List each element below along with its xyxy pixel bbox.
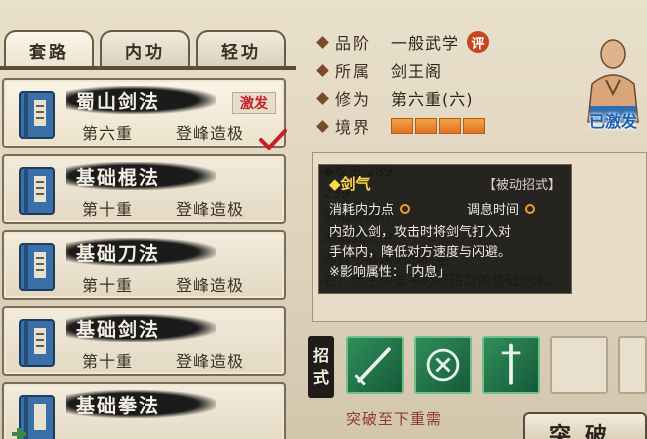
moves-label-top: 招 [312,346,329,365]
skill-name: 蜀山剑法 [66,86,216,114]
skills-panel: 套路 内功 轻功 蜀山剑法 激发 第六重 登峰造极 基础棍法 第十重 登峰造极 … [0,0,647,439]
tooltip-type: 【被动招式】 [482,178,561,193]
move-slot-empty[interactable] [618,336,647,394]
skill-state: 登峰造极 [176,200,245,219]
realm-row: 境界 [316,114,485,138]
activated-badge: 激发 [232,92,276,114]
sword-down-icon [501,343,521,385]
sword-glyph-icon [426,348,460,382]
tab-divider [0,66,296,70]
realm-bar [439,118,461,134]
tab-lightness[interactable]: 轻功 [196,30,286,68]
diamond-bullet-icon [316,119,329,133]
cultivation-label: 修为 [335,90,372,109]
breath-label: 调息时间 [467,203,520,218]
skill-card[interactable]: 基础刀法 第十重 登峰造极 [2,230,286,300]
skill-category-tabs: 套路 内功 轻功 [4,30,296,70]
breakthrough-requirement: 突破至下重需 [346,410,443,428]
skill-name: 基础棍法 [66,162,216,190]
tab-routine[interactable]: 套路 [4,30,94,68]
sword-thrust-icon [354,347,391,386]
skill-level: 第十重 [82,352,134,371]
skill-name: 基础刀法 [66,238,216,266]
sect-label: 所属 [335,62,372,81]
breath-row: 调息时间 [467,199,536,218]
book-icon [19,319,55,367]
moves-label-bottom: 式 [312,368,329,387]
breakthrough-button[interactable]: 突破 [523,412,647,439]
move-slot[interactable] [346,336,404,394]
realm-bars [391,118,485,134]
grade-row: 品阶 一般武学 评 [316,30,490,54]
plus-icon[interactable] [10,426,28,439]
skill-level: 第十重 [82,200,134,219]
tooltip-description: 内劲入剑，攻击时将剑气打入对 手体内，降低对方速度与闪避。 ※影响属性：「内息」 [329,223,569,283]
skill-level: 第六重 [82,124,134,143]
skill-state: 登峰造极 [176,352,245,371]
breath-indicator-icon [525,203,536,214]
realm-bar [463,118,485,134]
skill-card[interactable]: 蜀山剑法 激发 第六重 登峰造极 [2,78,287,150]
tooltip-desc-line: 内劲入剑，攻击时将剑气打入对 [329,225,512,240]
checkmark-icon [259,129,287,150]
portrait-status: 已激发 [588,112,637,131]
tooltip-title: ◆剑气 [329,175,371,193]
sect-value: 剑王阁 [391,62,443,81]
move-slot-empty[interactable] [550,336,608,394]
rating-badge[interactable]: 评 [467,31,490,53]
cost-row: 消耗内力点 [329,199,411,218]
cost-label: 消耗内力点 [329,203,395,218]
skill-level: 第十重 [82,276,134,295]
move-slot[interactable] [482,336,540,394]
grade-label: 品阶 [335,34,372,53]
realm-bar [415,118,437,134]
book-icon [19,167,55,215]
cultivation-value: 第六重(六) [391,90,474,109]
grade-value: 一般武学 [391,34,460,53]
skill-card[interactable]: 基础拳法 [2,382,286,439]
skill-list[interactable]: 蜀山剑法 激发 第六重 登峰造极 基础棍法 第十重 登峰造极 基础刀法 第十重 … [0,72,296,439]
move-slot[interactable] [414,336,472,394]
skill-state: 登峰造极 [176,276,245,295]
skill-state: 登峰造极 [176,124,245,143]
skill-card[interactable]: 基础棍法 第十重 登峰造极 [2,154,286,224]
skill-card[interactable]: 基础剑法 第十重 登峰造极 [2,306,286,376]
move-tooltip: ◆剑气 【被动招式】 消耗内力点 调息时间 内劲入剑，攻击时将剑气打入对 手体内… [318,164,572,294]
cost-indicator-icon [400,203,411,214]
diamond-bullet-icon [316,63,329,77]
diamond-bullet-icon [316,35,329,49]
tooltip-desc-line: ※影响属性：「内息」 [329,265,451,280]
moves-label: 招 式 [308,336,334,398]
tab-inner-power[interactable]: 内功 [100,30,190,68]
book-icon [19,243,55,291]
skill-name: 基础剑法 [66,314,216,342]
book-icon [19,91,55,139]
tooltip-desc-line: 手体内，降低对方速度与闪避。 [329,245,512,260]
skill-name: 基础拳法 [66,390,216,418]
realm-label: 境界 [335,118,372,137]
cultivation-row: 修为 第六重(六) [316,86,474,110]
realm-bar [391,118,413,134]
sect-row: 所属 剑王阁 [316,58,443,82]
diamond-bullet-icon [316,91,329,105]
